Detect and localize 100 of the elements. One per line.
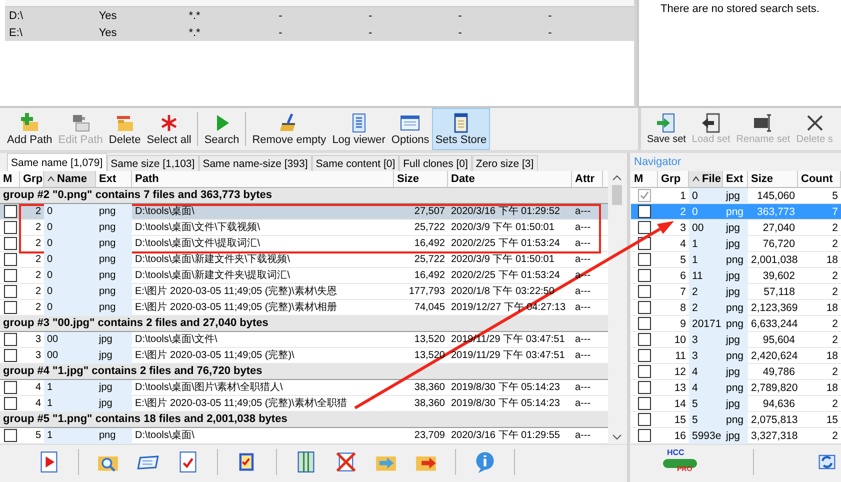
column-header[interactable]: Date <box>448 171 572 187</box>
column-header[interactable]: Ext <box>96 171 132 187</box>
navigator-row[interactable]: 4 1 jpg 76,720 2 <box>631 236 841 252</box>
result-row[interactable]: 5 1 png D:\tools\桌面\ 23,709 2020/3/16 下午 01:29:55 a--- <box>0 428 608 444</box>
table-cell-text: Yes <box>98 26 118 38</box>
navigator-row[interactable]: 5 1 png 2,001,038 18 <box>631 252 841 268</box>
table-cell-text: 15 <box>673 412 687 428</box>
navigator-row[interactable]: 15 5 png 2,075,813 15 <box>631 412 841 428</box>
checkbox[interactable] <box>638 285 651 298</box>
checkbox[interactable] <box>638 253 651 266</box>
checkbox[interactable] <box>638 381 651 394</box>
table-cell-text: a--- <box>574 284 592 298</box>
checkbox[interactable] <box>638 301 651 314</box>
play-document-icon <box>38 451 60 473</box>
table-cell: jpg <box>723 364 748 380</box>
checkbox[interactable] <box>638 205 651 218</box>
navigator-row[interactable]: 11 3 png 2,420,624 18 <box>631 348 841 364</box>
table-cell-text: 16,492 <box>413 268 446 282</box>
table-cell: 0 <box>44 220 96 236</box>
toolbar-button[interactable]: Save set <box>645 108 688 150</box>
columns-icon <box>295 451 317 473</box>
column-header[interactable]: M <box>631 171 658 187</box>
toolbar-button[interactable]: Search <box>201 108 242 150</box>
column-header[interactable]: Path <box>132 171 394 187</box>
tab[interactable]: Same name-size [393] <box>198 155 312 171</box>
scroll-thumb[interactable] <box>612 185 622 205</box>
checkbox[interactable] <box>638 429 651 442</box>
navigator-row[interactable]: 16 5993e jpg 3,327,318 2 <box>631 428 841 444</box>
navigator-row[interactable]: 10 3 jpg 95,604 2 <box>631 332 841 348</box>
checkbox[interactable] <box>638 397 651 410</box>
column-header[interactable]: Name <box>44 171 96 187</box>
tab[interactable]: Same name [1,079] <box>7 153 107 171</box>
table-cell: 3 <box>689 348 723 364</box>
scroll-up-icon[interactable] <box>612 175 622 181</box>
column-header[interactable]: Size <box>394 171 448 187</box>
table-cell-text: 2 <box>831 428 839 444</box>
navigator-row[interactable]: 6 11 jpg 39,602 2 <box>631 268 841 284</box>
column-header[interactable]: M <box>0 171 20 187</box>
table-cell-text: 2 <box>34 220 42 234</box>
navigator-row[interactable]: 8 2 png 2,123,369 18 <box>631 300 841 316</box>
checkbox[interactable] <box>4 221 16 234</box>
column-header[interactable]: Ext <box>723 171 748 187</box>
checkbox[interactable] <box>4 237 16 250</box>
toolbar-button[interactable]: Options <box>388 108 432 150</box>
toolbar-button[interactable]: Add Path <box>4 108 56 150</box>
checkbox[interactable] <box>638 189 651 202</box>
tab[interactable]: Zero size [3] <box>472 155 538 171</box>
checkbox[interactable] <box>4 381 16 394</box>
column-header[interactable]: Attr <box>572 171 603 187</box>
checkbox[interactable] <box>4 205 16 218</box>
checkbox[interactable] <box>638 413 651 426</box>
column-header[interactable]: Size <box>748 171 798 187</box>
scroll-down-icon[interactable] <box>612 434 622 440</box>
info-icon <box>474 451 496 473</box>
navigator-row[interactable]: 7 2 jpg 57,118 2 <box>631 284 841 300</box>
table-cell-text: E:\图片 2020-03-05 11;49;05 (完整)\素材\相册 <box>134 300 338 314</box>
checkbox[interactable] <box>4 397 16 410</box>
navigator-row[interactable]: 9 20171 png 6,633,244 2 <box>631 316 841 332</box>
table-cell-text: D:\tools\桌面\文件\提取词汇\ <box>134 236 262 250</box>
navigator-row[interactable]: 13 4 png 2,789,820 18 <box>631 380 841 396</box>
tab[interactable]: Same size [1,103] <box>106 155 199 171</box>
toolbar-button[interactable]: Sets Store <box>432 108 490 150</box>
result-row[interactable]: 2 0 png D:\tools\桌面\新建文件夹\下载视频\ 25,722 2020/3/9 下午 01:50:01 a--- <box>0 252 608 268</box>
tab[interactable]: Same content [0] <box>312 155 400 171</box>
table-cell-text: 2 <box>34 300 42 314</box>
result-row[interactable]: 4 1 jpg D:\tools\桌面\图片\素材\全职猎人\ 38,360 2019/8/30 下午 05:14:23 a--- <box>0 380 608 396</box>
table-cell-text: 16,492 <box>413 236 446 250</box>
table-cell: 5993e <box>689 428 723 444</box>
table-cell-text: D:\ <box>8 10 24 22</box>
table-cell: 0 <box>44 252 96 268</box>
checkbox[interactable] <box>638 221 651 234</box>
checkbox[interactable] <box>638 349 651 362</box>
checkbox[interactable] <box>638 365 651 378</box>
toolbar-button[interactable]: Log viewer <box>329 108 388 150</box>
checkbox[interactable] <box>4 301 16 314</box>
checkbox[interactable] <box>4 333 16 346</box>
checkbox[interactable] <box>638 269 651 282</box>
checkbox[interactable] <box>4 269 16 282</box>
checkbox[interactable] <box>4 349 16 362</box>
toolbar-button[interactable]: Select all <box>144 108 194 150</box>
result-row[interactable]: 2 0 png D:\tools\桌面\文件\下载视频\ 25,722 2020/3/9 下午 01:50:01 a--- <box>0 220 608 236</box>
result-row[interactable]: 2 0 png D:\tools\桌面\文件\提取词汇\ 16,492 2020/2/25 下午 01:53:24 a--- <box>0 236 608 252</box>
table-cell-text: Yes <box>98 10 118 22</box>
table-cell-text: a--- <box>574 348 592 362</box>
sort-caret-icon <box>692 176 700 182</box>
tab[interactable]: Full clones [0] <box>399 155 472 171</box>
toolbar-button[interactable]: Delete <box>106 108 144 150</box>
toolbar-button[interactable]: Remove empty <box>249 108 330 150</box>
checkbox[interactable] <box>638 317 651 330</box>
table-cell-text: 2 <box>831 316 839 332</box>
table-cell-text: 6,633,244 <box>750 316 798 332</box>
navigator-row[interactable]: 14 5 jpg 94,636 2 <box>631 396 841 412</box>
column-header[interactable]: File <box>689 171 723 187</box>
checkbox[interactable] <box>4 285 16 298</box>
checkbox[interactable] <box>4 253 16 266</box>
checkbox[interactable] <box>638 333 651 346</box>
navigator-row[interactable]: 12 4 jpg 49,786 2 <box>631 364 841 380</box>
table-cell-text: - <box>547 26 553 38</box>
checkbox[interactable] <box>4 429 16 442</box>
column-header[interactable]: Count <box>798 171 841 187</box>
